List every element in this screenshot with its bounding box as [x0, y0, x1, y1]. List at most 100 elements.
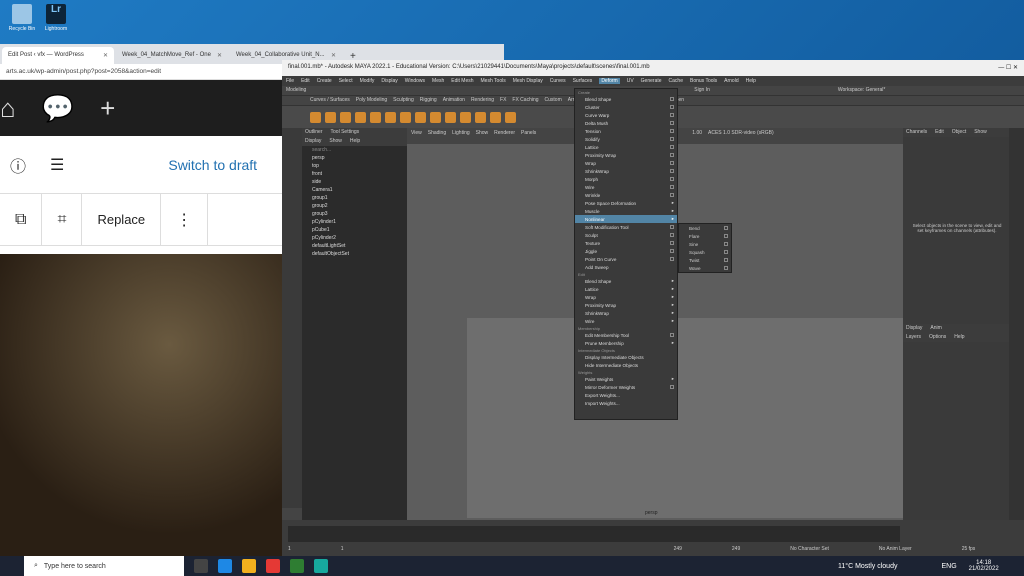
close-icon[interactable]: ✕ [103, 52, 108, 59]
outliner-item[interactable]: persp [302, 154, 407, 162]
option-box-icon[interactable] [670, 177, 674, 181]
option-box-icon[interactable] [670, 97, 674, 101]
option-box-icon[interactable] [670, 225, 674, 229]
shelf-tool-icon[interactable] [505, 111, 516, 123]
more-options-icon[interactable]: ⋮ [161, 193, 209, 246]
timeline-ruler[interactable] [288, 526, 900, 542]
deform-menu-item[interactable]: Solidify [575, 135, 677, 143]
gamma-value[interactable]: 1.00 [692, 130, 702, 142]
deform-menu-item[interactable]: Wrap ▸ [575, 293, 677, 301]
deform-menu-item[interactable]: Curve Warp [575, 111, 677, 119]
shelf-tool-icon[interactable] [460, 111, 471, 123]
anim-layer[interactable]: No Anim Layer [879, 546, 912, 552]
deform-menu-item[interactable]: Morph [575, 175, 677, 183]
menu-mesh-display[interactable]: Mesh Display [513, 78, 543, 84]
option-box-icon[interactable] [670, 385, 674, 389]
outliner-item[interactable]: group1 [302, 194, 407, 202]
option-box-icon[interactable] [670, 153, 674, 157]
menu-bonus-tools[interactable]: Bonus Tools [690, 78, 717, 84]
option-box-icon[interactable] [670, 129, 674, 133]
outliner-search[interactable]: search... [302, 146, 407, 154]
deform-menu-item[interactable]: Muscle ▸ [575, 207, 677, 215]
deform-menu-item[interactable]: Export Weights... [575, 391, 677, 399]
shelf-tab[interactable]: Curves / Surfaces [310, 97, 350, 104]
weather-text[interactable]: 11°C Mostly cloudy [838, 563, 897, 570]
menu-options[interactable]: Options [929, 334, 946, 341]
switch-draft-button[interactable]: Switch to draft [168, 157, 257, 173]
deform-menu-item[interactable]: Proximity Wrap ▸ [575, 301, 677, 309]
option-box-icon[interactable] [670, 105, 674, 109]
menu-edit-mesh[interactable]: Edit Mesh [451, 78, 473, 84]
deform-menu-item[interactable]: Prune Membership ▸ [575, 339, 677, 347]
file-explorer-icon[interactable] [242, 559, 256, 573]
menu-display[interactable]: Display [381, 78, 397, 84]
current-frame[interactable]: 1 [341, 546, 344, 552]
deform-menu-item[interactable]: Wrap [575, 159, 677, 167]
menu-mesh-tools[interactable]: Mesh Tools [481, 78, 506, 84]
menu-deform[interactable]: Deform [599, 78, 620, 84]
deform-menu-item[interactable]: Soft Modification Tool [575, 223, 677, 231]
shelf-tab[interactable]: Poly Modeling [356, 97, 387, 104]
deform-menu-item[interactable]: Proximity Wrap [575, 151, 677, 159]
anim-end[interactable]: 249 [732, 546, 740, 552]
menu-windows[interactable]: Windows [405, 78, 425, 84]
option-box-icon[interactable] [724, 226, 728, 230]
lightroom-icon[interactable]: Lr Lightroom [38, 4, 74, 32]
menu-edit[interactable]: Edit [301, 78, 310, 84]
menu-surfaces[interactable]: Surfaces [573, 78, 593, 84]
nonlinear-item[interactable]: Bend [679, 224, 731, 232]
outliner-item[interactable]: defaultLightSet [302, 242, 407, 250]
nonlinear-item[interactable]: Flare [679, 232, 731, 240]
home-icon[interactable]: ⌂ [0, 93, 16, 124]
deform-menu-item[interactable]: Point On Curve [575, 255, 677, 263]
outliner-item[interactable]: side [302, 178, 407, 186]
language-indicator[interactable]: ENG [941, 563, 956, 570]
vp-menu-shading[interactable]: Shading [428, 130, 446, 142]
shelf-tool-icon[interactable] [400, 111, 411, 123]
replace-button[interactable]: Replace [82, 193, 162, 246]
shelf-tab[interactable]: Rigging [420, 97, 437, 104]
menu-help[interactable]: Help [954, 334, 964, 341]
option-box-icon[interactable] [670, 249, 674, 253]
deform-menu-item[interactable]: Wire ▸ [575, 317, 677, 325]
shelf-tab[interactable]: FX Caching [512, 97, 538, 104]
outliner-item[interactable]: top [302, 162, 407, 170]
deform-menu-item[interactable]: Wrinkle [575, 191, 677, 199]
outliner-item[interactable]: pCylinder2 [302, 234, 407, 242]
end-frame[interactable]: 249 [674, 546, 682, 552]
tab-wordpress[interactable]: Edit Post ‹ vfx — WordPress ✕ [2, 47, 114, 64]
deform-menu-item[interactable]: ShrinkWrap [575, 167, 677, 175]
deform-menu-item[interactable]: Lattice [575, 143, 677, 151]
deform-menu-item[interactable]: Wire [575, 183, 677, 191]
option-box-icon[interactable] [670, 193, 674, 197]
outliner-item[interactable]: defaultObjectSet [302, 250, 407, 258]
signin-button[interactable]: Sign In [694, 87, 710, 94]
menu-uv[interactable]: UV [627, 78, 634, 84]
deform-menu-item[interactable]: Hide Intermediate Objects [575, 361, 677, 369]
deform-menu-item[interactable]: Paint Weights ▸ [575, 375, 677, 383]
option-box-icon[interactable] [670, 333, 674, 337]
nonlinear-item[interactable]: Squash [679, 248, 731, 256]
shelf-tool-icon[interactable] [310, 111, 321, 123]
deform-menu-item[interactable]: Edit Membership Tool [575, 331, 677, 339]
shelf-tab[interactable]: Animation [443, 97, 465, 104]
option-box-icon[interactable] [670, 121, 674, 125]
option-box-icon[interactable] [670, 113, 674, 117]
menu-show[interactable]: Show [329, 138, 342, 145]
option-box-icon[interactable] [670, 185, 674, 189]
shelf-tool-icon[interactable] [445, 111, 456, 123]
deform-menu-item[interactable]: Blend Shape ▸ [575, 277, 677, 285]
chrome-icon[interactable] [266, 559, 280, 573]
menu-help[interactable]: Help [746, 78, 756, 84]
shelf-tool-icon[interactable] [325, 111, 336, 123]
colorspace-select[interactable]: ACES 1.0 SDR-video (sRGB) [708, 130, 774, 142]
menu-select[interactable]: Select [339, 78, 353, 84]
option-box-icon[interactable] [724, 266, 728, 270]
menu-help[interactable]: Help [350, 138, 360, 145]
character-set[interactable]: No Character Set [790, 546, 829, 552]
shelf-tool-icon[interactable] [415, 111, 426, 123]
menu-generate[interactable]: Generate [641, 78, 662, 84]
tab-outliner[interactable]: Outliner [305, 129, 323, 136]
outliner-item[interactable]: front [302, 170, 407, 178]
deform-menu-item[interactable]: Import Weights... [575, 399, 677, 407]
